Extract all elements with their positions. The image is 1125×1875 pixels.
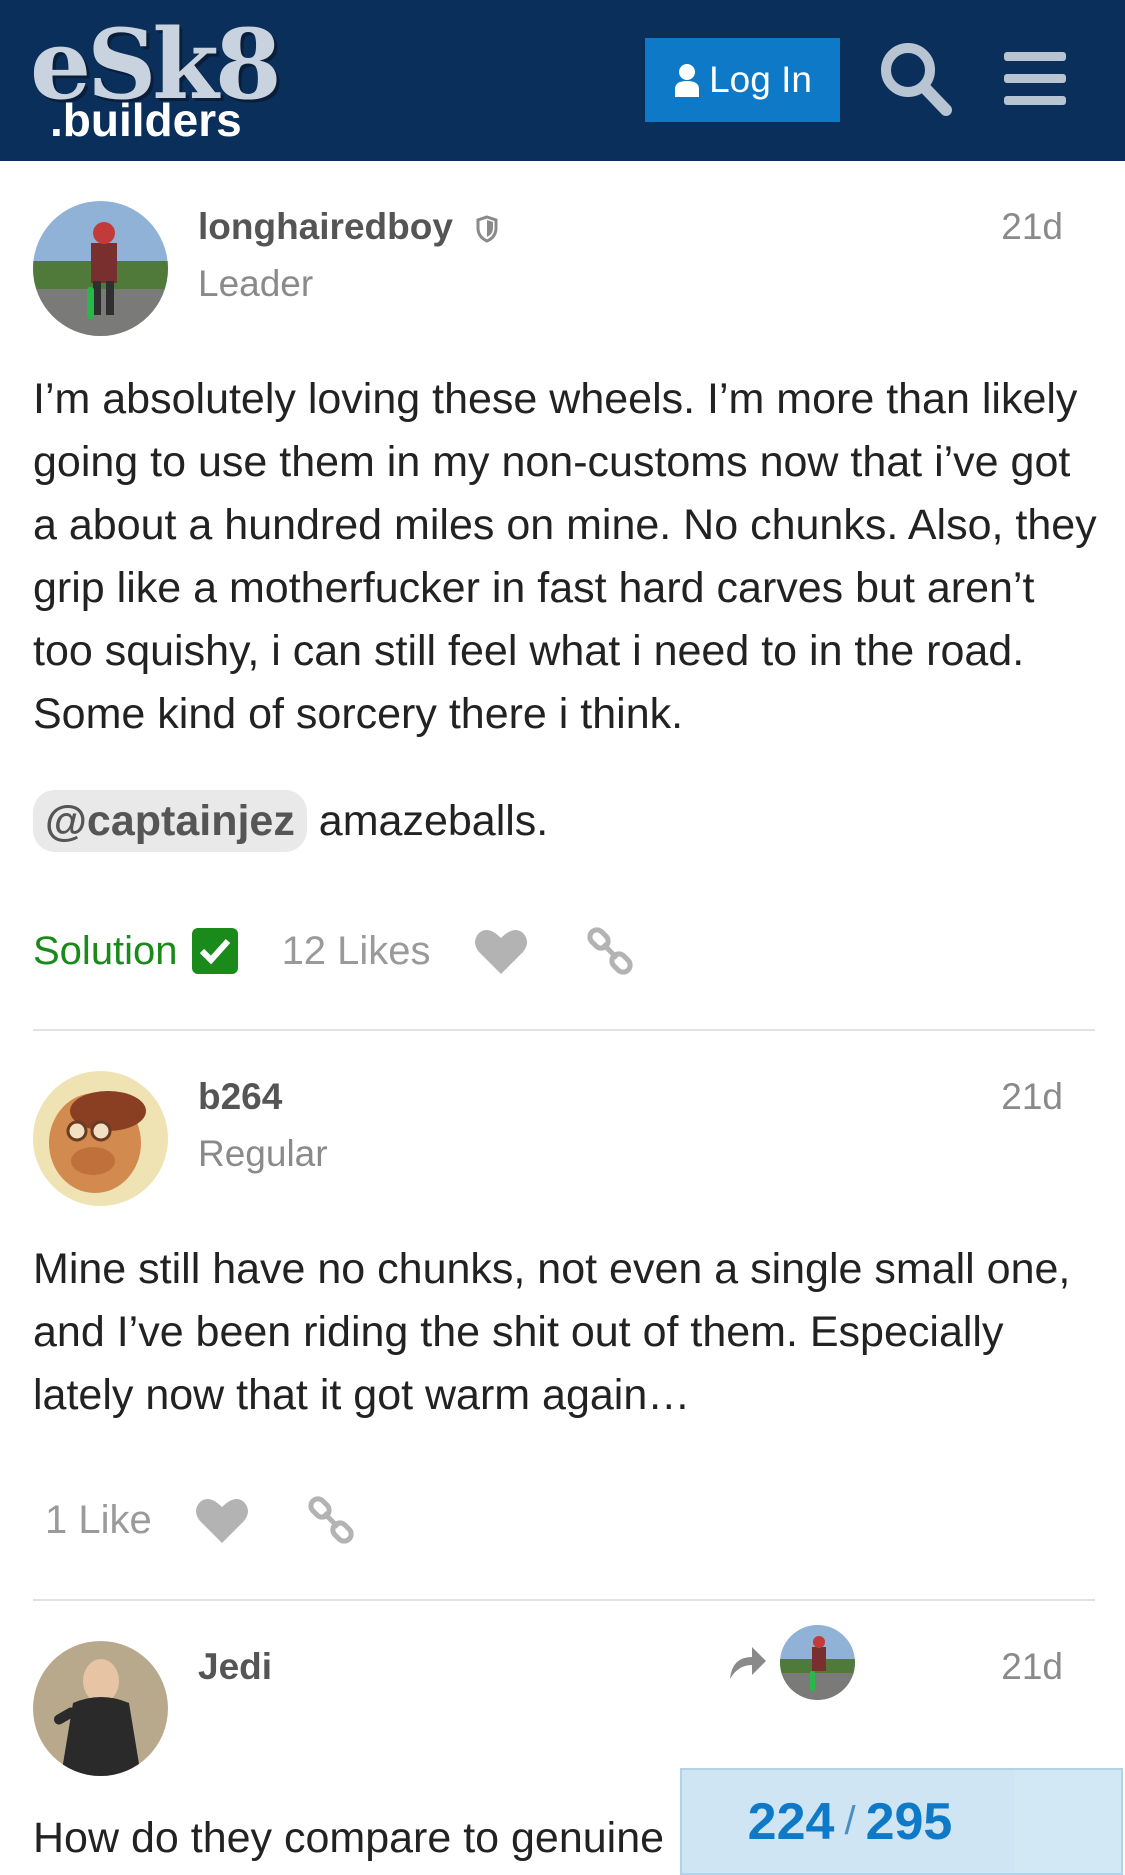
user-icon — [675, 64, 700, 97]
post-actions: 1 Like — [33, 1490, 356, 1550]
heart-icon[interactable] — [194, 1495, 250, 1545]
post-username[interactable]: Jedi — [198, 1646, 272, 1688]
mention-trailing-text: amazeballs. — [318, 797, 549, 845]
search-icon[interactable] — [878, 40, 952, 116]
likes-count[interactable]: 1 Like — [45, 1498, 152, 1543]
post-date[interactable]: 21d — [1001, 1646, 1063, 1688]
logo-sub-text: .builders — [50, 94, 242, 146]
post-date[interactable]: 21d — [1001, 1076, 1063, 1118]
site-logo[interactable]: eSk8 .builders — [30, 10, 290, 150]
user-mention[interactable]: @captainjez — [33, 790, 307, 852]
heart-icon[interactable] — [473, 926, 529, 976]
hamburger-menu-icon[interactable] — [1000, 48, 1070, 108]
link-icon[interactable] — [585, 926, 635, 976]
link-icon[interactable] — [306, 1495, 356, 1545]
post-divider — [33, 1029, 1095, 1031]
post-body: I’m absolutely loving these wheels. I’m … — [33, 375, 1097, 738]
likes-count[interactable]: 12 Likes — [282, 929, 431, 974]
progress-separator: / — [844, 1799, 856, 1843]
checkbox-checked-icon — [191, 928, 238, 974]
progress-counter: 224 / 295 — [682, 1770, 1018, 1873]
solution-badge[interactable]: Solution — [33, 928, 238, 974]
post-user-role: Regular — [198, 1133, 328, 1174]
solution-label: Solution — [33, 928, 178, 973]
avatar[interactable] — [33, 1641, 168, 1776]
site-header: eSk8 .builders Log In — [0, 0, 1125, 161]
post-actions: Solution 12 Likes — [33, 921, 635, 981]
login-button[interactable]: Log In — [645, 38, 840, 122]
shield-icon — [476, 215, 498, 243]
avatar[interactable] — [33, 1071, 168, 1206]
progress-total: 295 — [865, 1792, 953, 1851]
login-label: Log In — [709, 59, 812, 100]
progress-current: 224 — [747, 1792, 835, 1851]
post-username[interactable]: b264 — [198, 1076, 282, 1118]
post-username[interactable]: longhairedboy — [198, 206, 453, 248]
post-body-mention-line: @captainjez amazeballs. — [33, 790, 1103, 853]
reply-to-avatar[interactable] — [780, 1625, 855, 1700]
post-body: How do they compare to genuine — [33, 1814, 665, 1862]
topic-progress[interactable]: 224 / 295 — [680, 1768, 1123, 1875]
avatar[interactable] — [33, 201, 168, 336]
reply-arrow-icon[interactable] — [726, 1643, 768, 1681]
post-body: Mine still have no chunks, not even a si… — [33, 1245, 1071, 1419]
post-user-role: Leader — [198, 263, 314, 304]
post-divider — [33, 1599, 1095, 1601]
post-date[interactable]: 21d — [1001, 206, 1063, 248]
